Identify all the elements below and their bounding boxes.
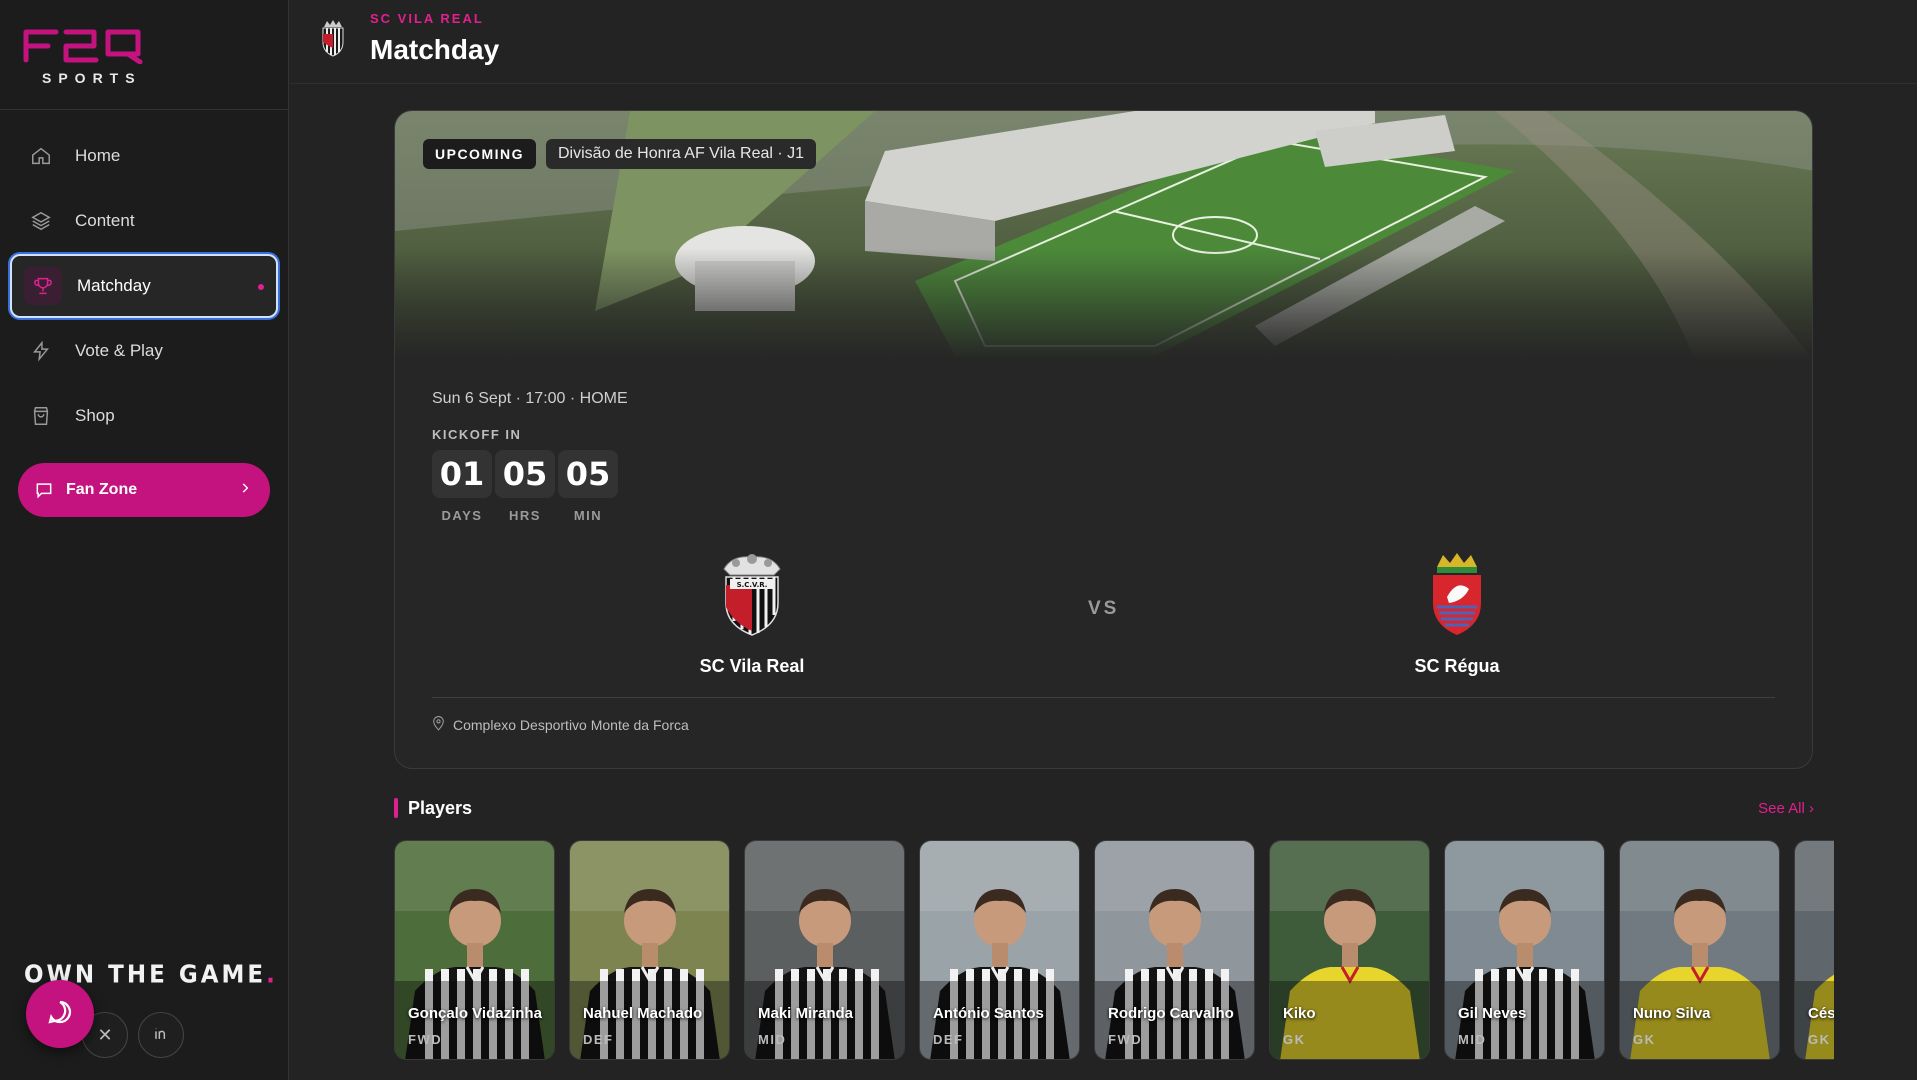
player-name: Rodrigo Carvalho xyxy=(1108,1005,1234,1022)
chat-bubble-icon xyxy=(34,479,56,501)
bag-icon xyxy=(30,405,52,427)
player-card[interactable]: Nuno Silva GK xyxy=(1619,840,1780,1060)
main-nav: Home Content Matchday Vote & Play Shop xyxy=(10,124,278,449)
kickoff-label: KICKOFF IN xyxy=(432,427,522,442)
nav-item-content[interactable]: Content xyxy=(10,189,278,253)
versus-label: VS xyxy=(1088,598,1120,619)
nav-item-vote-play[interactable]: Vote & Play xyxy=(10,319,278,383)
player-photo xyxy=(1795,841,1834,1059)
home-team-name: SC Vila Real xyxy=(699,656,805,676)
match-card[interactable]: UPCOMING Divisão de Honra AF Vila Real ·… xyxy=(394,110,1813,769)
page-title: Matchday xyxy=(370,34,500,65)
player-position: GK xyxy=(1283,1032,1306,1047)
player-position: FWD xyxy=(408,1032,443,1047)
competition-badge: Divisão de Honra AF Vila Real · J1 xyxy=(546,139,817,169)
nav-item-label: Vote & Play xyxy=(75,341,163,360)
logo-subtitle: SPORTS xyxy=(42,70,142,86)
player-photo xyxy=(395,841,554,1059)
club-name: SC VILA REAL xyxy=(370,11,484,26)
venue-name: Complexo Desportivo Monte da Forca xyxy=(453,717,689,733)
player-card[interactable]: Gil Neves MID xyxy=(1444,840,1605,1060)
nav-item-label: Shop xyxy=(75,406,115,425)
player-card[interactable]: Kiko GK xyxy=(1269,840,1430,1060)
nav-item-label: Home xyxy=(75,146,121,165)
nav-item-home[interactable]: Home xyxy=(10,124,278,188)
players-section-header: Players See All › xyxy=(394,798,1814,820)
linkedin-social-button[interactable] xyxy=(138,1012,184,1058)
player-photo xyxy=(1620,841,1779,1059)
chevron-right-icon xyxy=(238,481,252,500)
player-card[interactable]: Nahuel Machado DEF xyxy=(569,840,730,1060)
divider xyxy=(432,697,1775,698)
player-photo xyxy=(745,841,904,1059)
match-badges: UPCOMING Divisão de Honra AF Vila Real ·… xyxy=(423,139,817,169)
countdown-minutes: 05 MIN xyxy=(558,450,618,523)
player-position: DEF xyxy=(933,1032,964,1047)
player-photo xyxy=(1445,841,1604,1059)
player-name: Cés xyxy=(1808,1005,1834,1022)
club-crest-icon xyxy=(322,20,344,57)
active-indicator-dot xyxy=(258,284,264,290)
layers-icon xyxy=(30,210,52,232)
chat-fab-button[interactable] xyxy=(26,980,94,1048)
see-all-link[interactable]: See All › xyxy=(1758,800,1814,817)
player-photo xyxy=(570,841,729,1059)
sc-vila-real-crest-icon: S.C.V.R. xyxy=(723,554,781,636)
f2q-logo-icon xyxy=(23,29,143,64)
player-card[interactable]: António Santos DEF xyxy=(919,840,1080,1060)
nav-item-label: Matchday xyxy=(77,276,151,295)
page-header: SC VILA REAL Matchday xyxy=(290,0,1917,84)
kickoff-countdown: 01 DAYS 05 HRS 05 MIN xyxy=(432,450,618,523)
sc-regua-crest-icon xyxy=(1433,553,1481,635)
player-photo xyxy=(1095,841,1254,1059)
player-card[interactable]: Maki Miranda MID xyxy=(744,840,905,1060)
player-position: GK xyxy=(1808,1032,1831,1047)
player-name: António Santos xyxy=(933,1005,1044,1022)
sidebar: SPORTS Home Content Matchday Vote & Play… xyxy=(0,0,289,1080)
player-name: Nuno Silva xyxy=(1633,1005,1711,1022)
nav-item-shop[interactable]: Shop xyxy=(10,384,278,448)
player-name: Nahuel Machado xyxy=(583,1005,703,1022)
chat-icon xyxy=(45,997,75,1032)
player-name: Gonçalo Vidazinha xyxy=(408,1005,542,1022)
svg-text:S.C.V.R.: S.C.V.R. xyxy=(737,581,768,589)
home-icon xyxy=(30,145,52,167)
player-card[interactable]: Gonçalo Vidazinha FWD xyxy=(394,840,555,1060)
fan-zone-button[interactable]: Fan Zone xyxy=(18,463,270,517)
status-badge: UPCOMING xyxy=(423,139,536,169)
home-team[interactable]: S.C.V.R. SC Vila Real xyxy=(652,549,852,677)
away-team[interactable]: SC Régua xyxy=(1357,549,1557,677)
countdown-hours: 05 HRS xyxy=(495,450,555,523)
player-position: MID xyxy=(758,1032,787,1047)
away-team-name: SC Régua xyxy=(1414,656,1500,676)
lightning-icon xyxy=(30,340,52,362)
player-photo xyxy=(920,841,1079,1059)
x-icon: ✕ xyxy=(97,1024,113,1045)
player-position: GK xyxy=(1633,1032,1656,1047)
nav-item-label: Content xyxy=(75,211,135,230)
linkedin-icon xyxy=(151,1023,171,1048)
location-pin-icon xyxy=(432,716,445,734)
fan-zone-label: Fan Zone xyxy=(66,481,138,498)
section-accent-bar xyxy=(394,798,398,818)
venue: Complexo Desportivo Monte da Forca xyxy=(432,716,689,734)
player-position: MID xyxy=(1458,1032,1487,1047)
countdown-days: 01 DAYS xyxy=(432,450,492,523)
player-photo xyxy=(1270,841,1429,1059)
player-position: FWD xyxy=(1108,1032,1143,1047)
match-datetime: Sun 6 Sept · 17:00 · HOME xyxy=(432,390,628,407)
player-name: Kiko xyxy=(1283,1005,1316,1022)
player-name: Maki Miranda xyxy=(758,1005,854,1022)
players-title: Players xyxy=(408,798,473,818)
players-carousel[interactable]: Gonçalo Vidazinha FWD Nahuel Machado DEF Mak… xyxy=(394,840,1834,1060)
nav-item-matchday[interactable]: Matchday xyxy=(10,254,278,318)
trophy-icon xyxy=(24,267,62,305)
player-name: Gil Neves xyxy=(1458,1005,1527,1022)
logo[interactable]: SPORTS xyxy=(0,0,288,110)
player-card[interactable]: Rodrigo Carvalho FWD xyxy=(1094,840,1255,1060)
player-card[interactable]: Cés GK xyxy=(1794,840,1834,1060)
player-position: DEF xyxy=(583,1032,614,1047)
